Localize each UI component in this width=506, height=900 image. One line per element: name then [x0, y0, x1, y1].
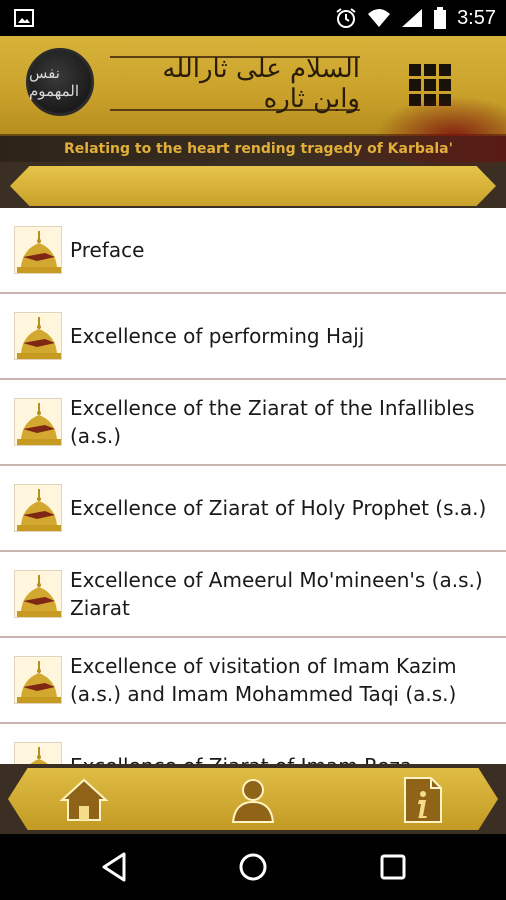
- user-icon[interactable]: [227, 774, 279, 826]
- dome-icon: [14, 226, 62, 274]
- wifi-icon: [368, 9, 391, 27]
- tagline-bar: Relating to the heart rending tragedy of…: [0, 136, 506, 162]
- list-item-label: Excellence of visitation of Imam Kazim (…: [70, 654, 457, 706]
- signal-icon: [402, 9, 423, 27]
- back-icon[interactable]: [98, 850, 132, 884]
- system-nav-bar: [0, 834, 506, 900]
- dome-icon: [14, 570, 62, 618]
- list-item[interactable]: Excellence of performing Hajj: [0, 294, 506, 380]
- image-icon: [14, 9, 34, 27]
- header-gold-strip: [10, 166, 496, 206]
- list-item[interactable]: Excellence of Ameerul Mo'mineen's (a.s.)…: [0, 552, 506, 638]
- dome-icon: [14, 484, 62, 532]
- dome-icon: [14, 312, 62, 360]
- calligraphy-banner: السلام علی ثارالله وابن ثاره: [110, 53, 360, 114]
- list-item-label: Excellence of Ameerul Mo'mineen's (a.s.)…: [70, 568, 483, 620]
- info-document-icon[interactable]: [397, 774, 449, 826]
- list-item[interactable]: Preface: [0, 208, 506, 294]
- list-item-label: Excellence of the Ziarat of the Infallib…: [70, 396, 475, 448]
- list-item-label: Excellence of Ziarat of Holy Prophet (s.…: [70, 496, 487, 520]
- list-item[interactable]: Excellence of Ziarat of Holy Prophet (s.…: [0, 466, 506, 552]
- status-bar: 3:57: [0, 0, 506, 36]
- logo-text: نفس المهموم: [29, 64, 80, 100]
- battery-icon: [434, 7, 447, 29]
- dome-icon: [14, 742, 62, 764]
- list-item-label: Excellence of performing Hajj: [70, 324, 365, 348]
- home-icon[interactable]: [58, 774, 110, 826]
- app-logo: نفس المهموم: [26, 48, 94, 116]
- home-circle-icon[interactable]: [236, 850, 270, 884]
- status-time: 3:57: [457, 6, 496, 29]
- chapter-list: Preface Excellence of performing Hajj Ex…: [0, 208, 506, 764]
- list-item[interactable]: Excellence of Ziarat of Imam Reza: [0, 724, 506, 764]
- tagline: Relating to the heart rending tragedy of…: [64, 141, 453, 157]
- recents-icon[interactable]: [376, 850, 410, 884]
- app-header: نفس المهموم السلام علی ثارالله وابن ثاره…: [0, 36, 506, 208]
- list-item-label: Excellence of Ziarat of Imam Reza: [70, 752, 422, 764]
- dome-icon: [14, 656, 62, 704]
- calligraphy-text: السلام علی ثارالله وابن ثاره: [162, 53, 360, 114]
- bottom-nav: [0, 764, 506, 834]
- alarm-icon: [336, 8, 356, 28]
- list-item[interactable]: Excellence of visitation of Imam Kazim (…: [0, 638, 506, 724]
- dome-icon: [14, 398, 62, 446]
- list-item-label: Preface: [70, 238, 145, 262]
- list-item[interactable]: Excellence of the Ziarat of the Infallib…: [0, 380, 506, 466]
